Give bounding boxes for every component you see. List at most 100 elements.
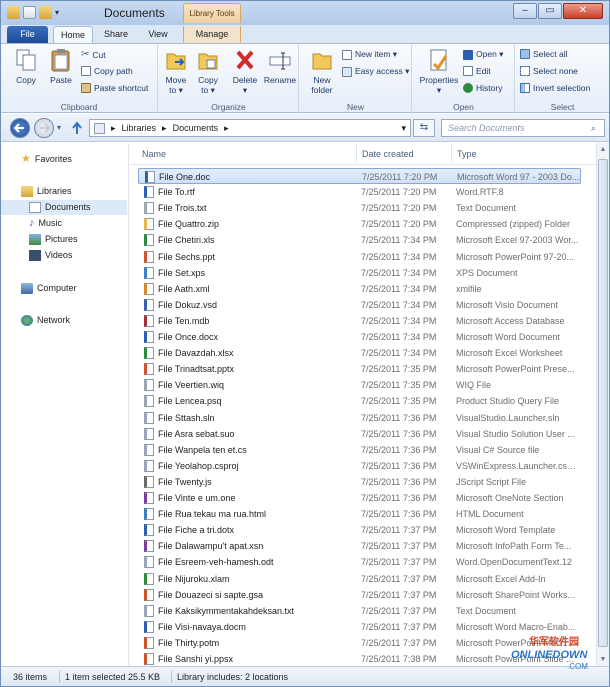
file-name[interactable]: File Fiche a tri.dotx	[158, 522, 234, 538]
file-name[interactable]: File Nijuroku.xlam	[158, 571, 230, 587]
history-button[interactable]: History	[463, 83, 502, 93]
address-input[interactable]: ▸ Libraries ▸ Documents ▸ ▾	[89, 119, 411, 137]
file-row[interactable]: File Wanpela ten et.cs 7/25/2011 7:36 PM V…	[138, 442, 581, 458]
file-name[interactable]: File To.rtf	[158, 184, 195, 200]
file-row[interactable]: File Sechs.ppt 7/25/2011 7:34 PM Microsoft…	[138, 249, 581, 265]
invert-selection-button[interactable]: Invert selection	[520, 83, 590, 93]
select-none-button[interactable]: Select none	[520, 66, 578, 76]
new-folder-icon[interactable]	[39, 6, 52, 19]
file-row[interactable]: File Lencea.psq 7/25/2011 7:35 PM Product …	[138, 393, 581, 409]
status-library-locations[interactable]: Library includes: 2 locations	[177, 667, 288, 686]
file-row[interactable]: File Asra sebat.suo 7/25/2011 7:36 PM Visu…	[138, 426, 581, 442]
back-button[interactable]	[10, 118, 30, 138]
file-row[interactable]: File Ten.mdb 7/25/2011 7:34 PM Microsoft A…	[138, 313, 581, 329]
breadcrumb-separator-icon[interactable]: ▸	[162, 120, 167, 136]
new-folder-button[interactable]: New folder	[306, 48, 338, 95]
breadcrumb-separator-icon[interactable]: ▸	[224, 120, 229, 136]
cut-button[interactable]: ✂ Cut	[81, 49, 106, 60]
file-row[interactable]: File Dalawampu't apat.xsn 7/25/2011 7:37 …	[138, 538, 581, 554]
file-row[interactable]: File Fiche a tri.dotx 7/25/2011 7:37 PM Mi…	[138, 522, 581, 538]
file-name[interactable]: File Ten.mdb	[158, 313, 209, 329]
file-row[interactable]: File Twenty.js 7/25/2011 7:36 PM JScript S…	[138, 474, 581, 490]
file-name[interactable]: File Visi-navaya.docm	[158, 619, 246, 635]
file-row[interactable]: File Trois.txt 7/25/2011 7:20 PM Text Docu…	[138, 200, 581, 216]
properties-icon[interactable]	[23, 6, 36, 19]
address-dropdown-icon[interactable]: ▾	[401, 120, 406, 136]
file-name[interactable]: File Rua tekau ma rua.html	[158, 506, 266, 522]
scroll-up-arrow-icon[interactable]: ▲	[597, 143, 609, 156]
file-row[interactable]: File Sttash.sln 7/25/2011 7:36 PM VisualSt…	[138, 410, 581, 426]
file-name[interactable]: File Thirty.potm	[158, 635, 219, 651]
file-name[interactable]: File Lencea.psq	[158, 393, 222, 409]
file-name[interactable]: File Dalawampu't apat.xsn	[158, 538, 263, 554]
file-row[interactable]: File One.doc 7/25/2011 7:20 PM Microsoft W…	[138, 168, 581, 184]
file-row[interactable]: File Davazdah.xlsx 7/25/2011 7:34 PM Micro…	[138, 345, 581, 361]
file-row[interactable]: File Once.docx 7/25/2011 7:34 PM Microsoft…	[138, 329, 581, 345]
file-row[interactable]: File Dokuz.vsd 7/25/2011 7:34 PM Microsoft…	[138, 297, 581, 313]
vertical-scrollbar[interactable]: ▲ ▼	[596, 143, 609, 666]
file-name[interactable]: File Yeolahop.csproj	[158, 458, 239, 474]
file-row[interactable]: File To.rtf 7/25/2011 7:20 PM Word.RTF.8	[138, 184, 581, 200]
paste-shortcut-button[interactable]: Paste shortcut	[81, 83, 148, 93]
file-name[interactable]: File Dokuz.vsd	[158, 297, 217, 313]
file-name[interactable]: File Trois.txt	[158, 200, 207, 216]
paste-button[interactable]: Paste	[45, 48, 77, 85]
copy-button[interactable]: Copy	[11, 48, 41, 85]
nav-documents[interactable]: Documents	[1, 200, 127, 215]
recent-locations-chevron-icon[interactable]: ▾	[57, 123, 61, 132]
breadcrumb-documents[interactable]: Documents	[173, 120, 219, 136]
file-name[interactable]: File Sttash.sln	[158, 410, 215, 426]
file-name[interactable]: File Sanshi yi.ppsx	[158, 651, 233, 666]
file-name[interactable]: File Esreem-veh-hamesh.odt	[158, 554, 274, 570]
file-name[interactable]: File Twenty.js	[158, 474, 212, 490]
nav-videos[interactable]: Videos	[1, 248, 127, 263]
file-row[interactable]: File Set.xps 7/25/2011 7:34 PM XPS Documen…	[138, 265, 581, 281]
file-name[interactable]: File Trinadtsat.pptx	[158, 361, 234, 377]
copy-path-button[interactable]: Copy path	[81, 66, 133, 76]
forward-button[interactable]	[34, 118, 54, 138]
maximize-button[interactable]: ▭	[538, 3, 562, 19]
file-name[interactable]: File Quattro.zip	[158, 216, 219, 232]
file-name[interactable]: File Wanpela ten et.cs	[158, 442, 247, 458]
file-row[interactable]: File Kaksikymmentakahdeksan.txt 7/25/2011…	[138, 603, 581, 619]
search-input[interactable]: Search Documents	[441, 119, 605, 137]
file-row[interactable]: File Nijuroku.xlam 7/25/2011 7:37 PM Micro…	[138, 571, 581, 587]
tab-file[interactable]: File	[7, 26, 48, 43]
scrollbar-thumb[interactable]	[598, 159, 608, 647]
properties-button[interactable]: Properties ▾	[417, 48, 461, 95]
breadcrumb-separator-icon[interactable]: ▸	[111, 120, 116, 136]
column-name[interactable]: Name	[142, 149, 166, 159]
file-name[interactable]: File Sechs.ppt	[158, 249, 215, 265]
nav-computer[interactable]: Computer	[1, 281, 127, 296]
easy-access-button[interactable]: Easy access ▾	[342, 66, 409, 77]
minimize-button[interactable]: –	[513, 3, 537, 19]
file-name[interactable]: File Vinte e um.one	[158, 490, 235, 506]
file-name[interactable]: File One.doc	[159, 169, 210, 185]
file-name[interactable]: File Aath.xml	[158, 281, 210, 297]
tab-share[interactable]: Share	[98, 26, 134, 43]
nav-libraries[interactable]: Libraries	[1, 184, 127, 199]
file-row[interactable]: File Chetiri.xls 7/25/2011 7:34 PM Microso…	[138, 232, 581, 248]
file-name[interactable]: File Davazdah.xlsx	[158, 345, 234, 361]
column-divider[interactable]	[451, 145, 452, 163]
column-divider[interactable]	[356, 145, 357, 163]
edit-button[interactable]: Edit	[463, 66, 491, 76]
file-row[interactable]: File Douazeci si sapte.gsa 7/25/2011 7:37…	[138, 587, 581, 603]
open-button[interactable]: Open ▾	[463, 49, 503, 60]
file-row[interactable]: File Aath.xml 7/25/2011 7:34 PM xmlfile	[138, 281, 581, 297]
tab-view[interactable]: View	[140, 26, 176, 43]
file-name[interactable]: File Douazeci si sapte.gsa	[158, 587, 263, 603]
file-row[interactable]: File Vinte e um.one 7/25/2011 7:36 PM Micr…	[138, 490, 581, 506]
file-row[interactable]: File Rua tekau ma rua.html 7/25/2011 7:36…	[138, 506, 581, 522]
select-all-button[interactable]: Select all	[520, 49, 568, 59]
tab-home[interactable]: Home	[53, 26, 93, 43]
copy-to-button[interactable]: Copy to ▾	[193, 48, 223, 95]
delete-button[interactable]: Delete ▾	[229, 48, 261, 95]
close-button[interactable]: ✕	[563, 3, 603, 19]
file-name[interactable]: File Asra sebat.suo	[158, 426, 235, 442]
file-row[interactable]: File Veertien.wiq 7/25/2011 7:35 PM WIQ Fi…	[138, 377, 581, 393]
file-name[interactable]: File Veertien.wiq	[158, 377, 224, 393]
tab-manage[interactable]: Manage	[183, 26, 241, 43]
folder-icon[interactable]	[7, 6, 20, 19]
refresh-button[interactable]: ⇆	[413, 119, 435, 137]
